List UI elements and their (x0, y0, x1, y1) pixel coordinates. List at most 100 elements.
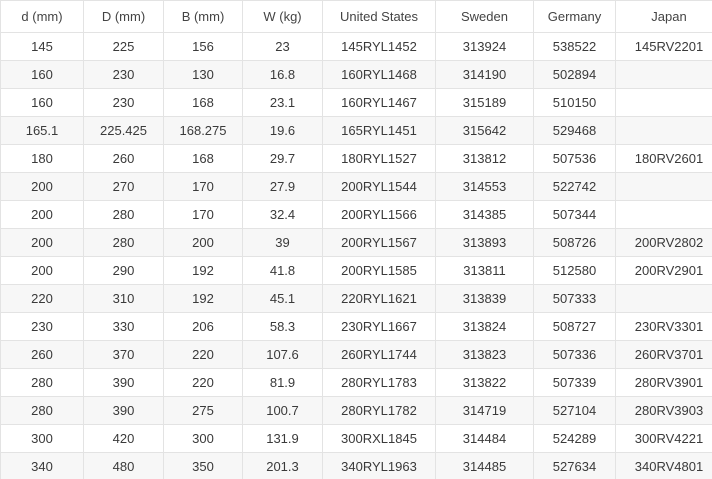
table-cell-united-states: 200RYL1567 (322, 228, 436, 257)
table-cell-japan: 200RV2802 (615, 228, 712, 257)
column-header-diameter-d: d (mm) (0, 0, 84, 33)
table-cell-united-states: 160RYL1467 (322, 88, 436, 117)
table-cell-width-B: 192 (163, 256, 243, 285)
table-cell-japan: 180RV2601 (615, 144, 712, 173)
table-cell-diameter-d: 200 (0, 200, 84, 229)
table-row: 200 280 200 39 200RYL1567 313893 508726 200RV28… (0, 228, 712, 257)
table-cell-weight-W: 107.6 (242, 340, 323, 369)
table-cell-sweden: 314484 (435, 424, 534, 453)
table-cell-sweden: 313822 (435, 368, 534, 397)
table-cell-diameter-d: 165.1 (0, 116, 84, 145)
table-cell-sweden: 315189 (435, 88, 534, 117)
table-row: 145 225 156 23 145RYL1452 313924 538522 145RV22… (0, 32, 712, 61)
column-header-united-states: United States (322, 0, 436, 33)
table-row: 230 330 206 58.3 230RYL1667 313824 508727 230RV… (0, 312, 712, 341)
column-header-sweden: Sweden (435, 0, 534, 33)
table-cell-united-states: 160RYL1468 (322, 60, 436, 89)
table-cell-width-B: 168 (163, 88, 243, 117)
table-cell-germany: 507536 (533, 144, 616, 173)
table-cell-diameter-D: 330 (83, 312, 164, 341)
table-cell-diameter-d: 180 (0, 144, 84, 173)
table-cell-diameter-D: 480 (83, 452, 164, 479)
table-cell-diameter-D: 390 (83, 368, 164, 397)
column-header-weight-W: W (kg) (242, 0, 323, 33)
table-header: d (mm) D (mm) B (mm) W (kg) United States Swe… (0, 0, 712, 33)
table-cell-weight-W: 16.8 (242, 60, 323, 89)
table-cell-diameter-d: 280 (0, 396, 84, 425)
table-row: 200 280 170 32.4 200RYL1566 314385 507344 (0, 200, 712, 229)
table-cell-weight-W: 19.6 (242, 116, 323, 145)
table-cell-sweden: 313824 (435, 312, 534, 341)
table-cell-width-B: 130 (163, 60, 243, 89)
table-cell-united-states: 220RYL1621 (322, 284, 436, 313)
table-cell-weight-W: 131.9 (242, 424, 323, 453)
table-cell-width-B: 156 (163, 32, 243, 61)
table-cell-diameter-d: 230 (0, 312, 84, 341)
table-cell-germany: 507336 (533, 340, 616, 369)
table-cell-united-states: 165RYL1451 (322, 116, 436, 145)
table-cell-weight-W: 32.4 (242, 200, 323, 229)
table-cell-diameter-d: 220 (0, 284, 84, 313)
table-cell-japan (615, 60, 712, 89)
table-cell-width-B: 170 (163, 200, 243, 229)
table-cell-japan: 340RV4801 (615, 452, 712, 479)
table-cell-japan: 260RV3701 (615, 340, 712, 369)
table-body: 145 225 156 23 145RYL1452 313924 538522 145RV22… (0, 32, 712, 479)
table-cell-germany: 508727 (533, 312, 616, 341)
table-cell-japan: 230RV3301 (615, 312, 712, 341)
table-cell-sweden: 313812 (435, 144, 534, 173)
table-row: 180 260 168 29.7 180RYL1527 313812 507536 180RV… (0, 144, 712, 173)
table-cell-japan: 200RV2901 (615, 256, 712, 285)
table-cell-sweden: 313893 (435, 228, 534, 257)
table-cell-sweden: 314553 (435, 172, 534, 201)
table-cell-diameter-D: 225.425 (83, 116, 164, 145)
table-cell-japan (615, 200, 712, 229)
table-cell-width-B: 168 (163, 144, 243, 173)
table-cell-weight-W: 81.9 (242, 368, 323, 397)
table-cell-united-states: 340RYL1963 (322, 452, 436, 479)
table-cell-diameter-D: 310 (83, 284, 164, 313)
table-cell-japan (615, 172, 712, 201)
table-cell-weight-W: 39 (242, 228, 323, 257)
table-cell-diameter-d: 340 (0, 452, 84, 479)
table-cell-diameter-D: 230 (83, 88, 164, 117)
table-cell-germany: 510150 (533, 88, 616, 117)
table-row: 220 310 192 45.1 220RYL1621 313839 507333 (0, 284, 712, 313)
column-header-germany: Germany (533, 0, 616, 33)
table-row: 160 230 130 16.8 160RYL1468 314190 502894 (0, 60, 712, 89)
table-cell-diameter-D: 225 (83, 32, 164, 61)
table-cell-weight-W: 23 (242, 32, 323, 61)
table-cell-diameter-D: 390 (83, 396, 164, 425)
table-row: 165.1 225.425 168.275 19.6 165RYL1451 315642 5… (0, 116, 712, 145)
table-cell-united-states: 280RYL1782 (322, 396, 436, 425)
table-cell-united-states: 200RYL1585 (322, 256, 436, 285)
column-header-width-B: B (mm) (163, 0, 243, 33)
table-cell-japan: 300RV4221 (615, 424, 712, 453)
table-cell-sweden: 315642 (435, 116, 534, 145)
table-cell-width-B: 300 (163, 424, 243, 453)
table-cell-united-states: 180RYL1527 (322, 144, 436, 173)
table-cell-diameter-d: 200 (0, 228, 84, 257)
table-cell-width-B: 350 (163, 452, 243, 479)
table-cell-width-B: 275 (163, 396, 243, 425)
table-row: 200 290 192 41.8 200RYL1585 313811 512580 200RV… (0, 256, 712, 285)
table-cell-germany: 502894 (533, 60, 616, 89)
table-cell-diameter-D: 230 (83, 60, 164, 89)
table-cell-japan (615, 284, 712, 313)
table-cell-diameter-D: 280 (83, 200, 164, 229)
table-cell-width-B: 192 (163, 284, 243, 313)
table-cell-diameter-d: 200 (0, 172, 84, 201)
table-cell-diameter-D: 290 (83, 256, 164, 285)
table-cell-united-states: 260RYL1744 (322, 340, 436, 369)
table-cell-germany: 507344 (533, 200, 616, 229)
table-cell-sweden: 314385 (435, 200, 534, 229)
table-cell-sweden: 314485 (435, 452, 534, 479)
table-cell-japan: 280RV3901 (615, 368, 712, 397)
table-cell-united-states: 300RXL1845 (322, 424, 436, 453)
table-cell-germany: 538522 (533, 32, 616, 61)
bearing-table-container: d (mm) D (mm) B (mm) W (kg) United States Swe… (0, 0, 712, 479)
table-row: 200 270 170 27.9 200RYL1544 314553 522742 (0, 172, 712, 201)
table-cell-sweden: 313811 (435, 256, 534, 285)
table-cell-diameter-D: 280 (83, 228, 164, 257)
table-cell-germany: 508726 (533, 228, 616, 257)
